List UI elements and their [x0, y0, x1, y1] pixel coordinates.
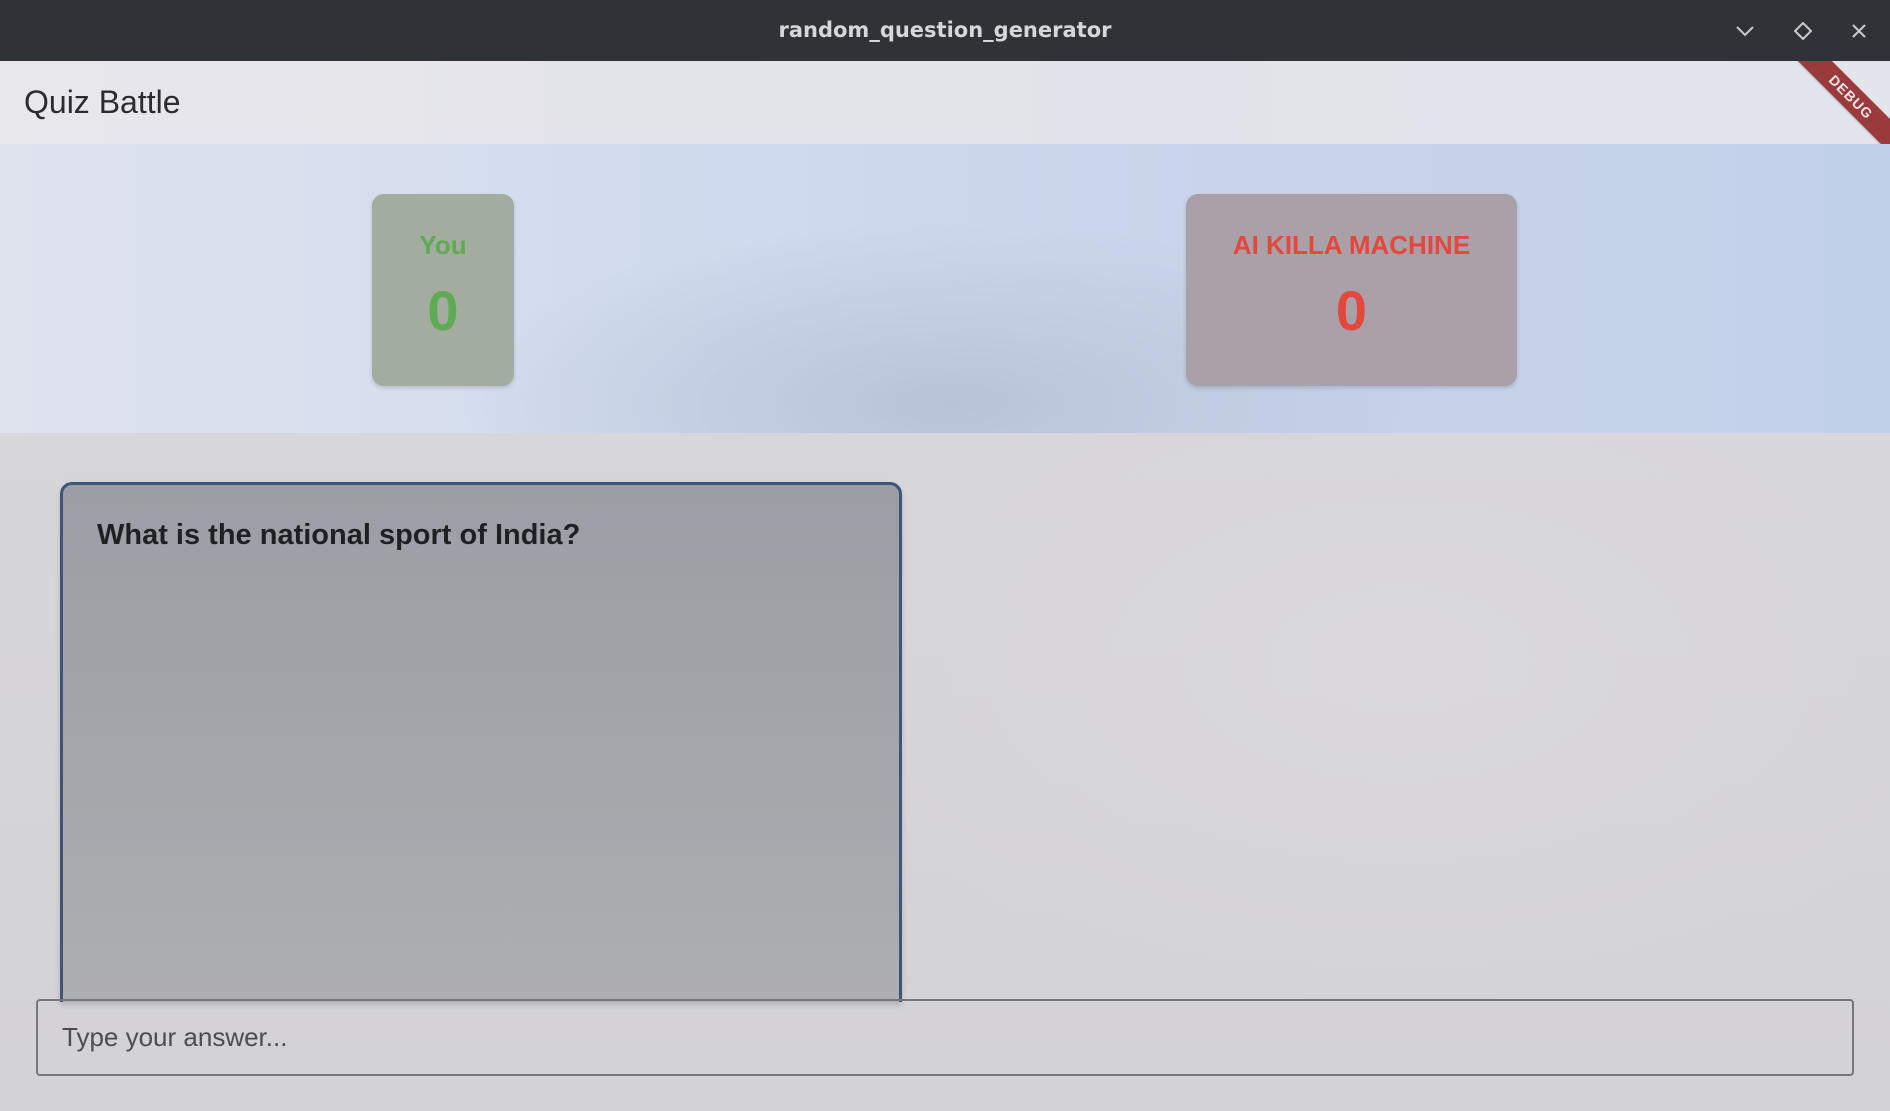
opponent-score: 0 — [1335, 279, 1368, 342]
opponent-score-card: AI KILLA MACHINE 0 — [1186, 194, 1517, 386]
app-window: random_question_generator Quiz Battle DE… — [0, 0, 1890, 1111]
app-bar: Quiz Battle DEBUG — [0, 61, 1890, 166]
close-button[interactable] — [1841, 13, 1877, 49]
question-text: What is the national sport of India? — [97, 519, 581, 551]
player-score-card: You 0 — [372, 194, 514, 386]
question-card: What is the national sport of India? — [60, 482, 902, 1002]
maximize-icon — [1794, 22, 1812, 40]
answer-input[interactable] — [36, 999, 1854, 1076]
maximize-button[interactable] — [1785, 13, 1821, 49]
close-icon — [1851, 23, 1867, 39]
minimize-icon — [1735, 25, 1755, 37]
player-score: 0 — [427, 279, 459, 342]
minimize-button[interactable] — [1727, 13, 1763, 49]
window-title: random_question_generator — [778, 18, 1112, 42]
opponent-name: AI KILLA MACHINE — [1232, 230, 1471, 260]
title-bar: random_question_generator — [0, 0, 1890, 61]
player-name: You — [419, 230, 467, 260]
scoreboard: You 0 AI KILLA MACHINE 0 — [0, 144, 1890, 433]
page-title: Quiz Battle — [24, 84, 181, 120]
app-body: Quiz Battle DEBUG You 0 AI KILLA MACHINE… — [0, 61, 1890, 1111]
